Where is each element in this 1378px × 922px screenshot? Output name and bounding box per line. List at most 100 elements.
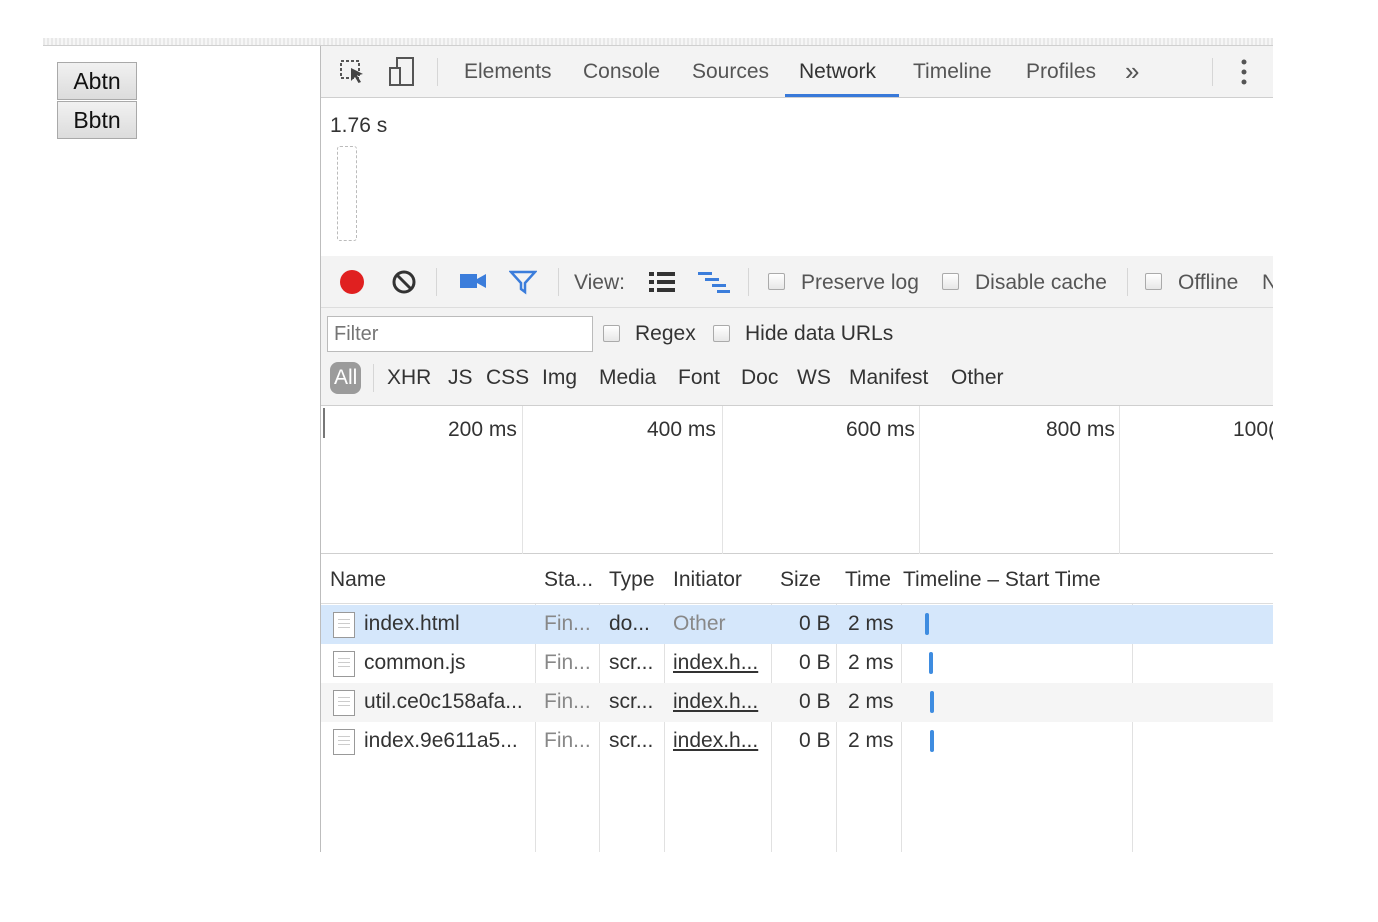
abtn-button[interactable]: Abtn — [57, 62, 137, 100]
column-header-status[interactable]: Sta... — [544, 568, 593, 592]
load-time-label: 1.76 s — [330, 114, 388, 137]
column-header-timeline[interactable]: Timeline – Start Time — [903, 568, 1101, 592]
timeline-tick-label: 600 ms — [846, 418, 915, 441]
timeline-gridline — [919, 406, 920, 554]
waterfall-bar[interactable] — [929, 652, 933, 674]
table-row[interactable]: index.9e611a5... Fin... scr... index.h..… — [321, 722, 1273, 761]
request-type: do... — [609, 612, 650, 635]
type-filter-doc[interactable]: Doc — [741, 366, 778, 390]
waterfall-bar[interactable] — [930, 691, 934, 713]
type-filter-media[interactable]: Media — [599, 366, 656, 390]
timeline-overview[interactable]: 200 ms 400 ms 600 ms 800 ms 100( — [321, 406, 1273, 554]
request-name[interactable]: common.js — [364, 651, 466, 675]
tab-sources[interactable]: Sources — [692, 60, 769, 84]
request-time: 2 ms — [848, 612, 894, 635]
column-header-initiator[interactable]: Initiator — [673, 568, 742, 592]
large-rows-list-icon[interactable] — [648, 271, 676, 298]
more-tabs-icon[interactable]: » — [1125, 56, 1139, 87]
clear-icon[interactable] — [391, 269, 417, 300]
timeline-gridline — [522, 406, 523, 554]
type-filter-css[interactable]: CSS — [486, 366, 529, 390]
tab-timeline[interactable]: Timeline — [913, 60, 992, 84]
script-file-icon — [333, 651, 355, 677]
top-divider — [43, 38, 1273, 46]
timeline-gridline — [1119, 406, 1120, 554]
hide-data-urls-label[interactable]: Hide data URLs — [745, 322, 893, 346]
type-filter-ws[interactable]: WS — [797, 366, 831, 390]
requests-table: Name Sta... Type Initiator Size Time Tim… — [321, 554, 1273, 852]
request-initiator-link[interactable]: index.h... — [673, 690, 758, 714]
tab-console[interactable]: Console — [583, 60, 660, 84]
request-name[interactable]: index.9e611a5... — [364, 729, 518, 753]
toolbar-separator — [436, 268, 437, 296]
document-file-icon — [333, 612, 355, 638]
disable-cache-checkbox[interactable] — [942, 273, 959, 290]
table-header: Name Sta... Type Initiator Size Time Tim… — [321, 554, 1273, 604]
timeline-tick-label: 800 ms — [1046, 418, 1115, 441]
timeline-tick-label: 400 ms — [647, 418, 716, 441]
type-filter-font[interactable]: Font — [678, 366, 720, 390]
preserve-log-label[interactable]: Preserve log — [801, 271, 919, 295]
offline-label[interactable]: Offline — [1178, 271, 1238, 295]
toolbar-separator-3 — [748, 268, 749, 296]
type-filter-js[interactable]: JS — [448, 366, 473, 390]
type-filter-manifest[interactable]: Manifest — [849, 366, 928, 390]
offline-checkbox[interactable] — [1145, 273, 1162, 290]
request-type: scr... — [609, 690, 654, 713]
waterfall-bar[interactable] — [930, 730, 934, 752]
table-row[interactable]: index.html Fin... do... Other 0 B 2 ms — [321, 605, 1273, 644]
request-type: scr... — [609, 729, 654, 752]
column-header-type[interactable]: Type — [609, 568, 655, 592]
request-initiator-link[interactable]: index.h... — [673, 729, 758, 753]
column-header-name[interactable]: Name — [330, 568, 386, 592]
tab-network[interactable]: Network — [799, 60, 876, 84]
preserve-log-checkbox[interactable] — [768, 273, 785, 290]
tabbar-separator-right — [1212, 58, 1213, 86]
request-size: 0 B — [799, 690, 831, 713]
filter-input[interactable] — [327, 316, 593, 352]
record-icon[interactable] — [339, 269, 365, 300]
request-status: Fin... — [544, 651, 591, 674]
waterfall-view-icon[interactable] — [697, 271, 731, 298]
request-name[interactable]: util.ce0c158afa... — [364, 690, 523, 714]
capture-screenshots-icon[interactable] — [459, 271, 487, 296]
request-status: Fin... — [544, 612, 591, 635]
device-toolbar-icon[interactable] — [387, 56, 417, 93]
regex-label[interactable]: Regex — [635, 322, 696, 346]
throttling-truncated-label[interactable]: N — [1262, 271, 1273, 295]
column-header-size[interactable]: Size — [780, 568, 821, 592]
request-size: 0 B — [799, 729, 831, 752]
screenshot-thumbnail[interactable] — [337, 146, 357, 241]
devtools-panel: Elements Console Sources Network Timelin… — [320, 46, 1273, 852]
type-filter-img[interactable]: Img — [542, 366, 577, 390]
table-row[interactable]: common.js Fin... scr... index.h... 0 B 2… — [321, 644, 1273, 683]
toolbar-separator-4 — [1127, 268, 1128, 296]
waterfall-bar[interactable] — [925, 613, 929, 635]
bbtn-button[interactable]: Bbtn — [57, 101, 137, 139]
type-filter-xhr[interactable]: XHR — [387, 366, 431, 390]
request-time: 2 ms — [848, 690, 894, 713]
inspect-element-icon[interactable] — [339, 58, 367, 91]
type-filter-all[interactable]: All — [330, 362, 362, 394]
column-header-time[interactable]: Time — [845, 568, 891, 592]
timeline-tick-label: 100( — [1233, 418, 1273, 441]
tab-profiles[interactable]: Profiles — [1026, 60, 1096, 84]
toolbar-separator-2 — [558, 268, 559, 296]
timeline-start-marker — [323, 408, 325, 438]
filter-icon[interactable] — [508, 269, 538, 300]
request-name[interactable]: index.html — [364, 612, 460, 636]
request-size: 0 B — [799, 612, 831, 635]
disable-cache-label[interactable]: Disable cache — [975, 271, 1107, 295]
regex-checkbox[interactable] — [603, 325, 620, 342]
type-filter-other[interactable]: Other — [951, 366, 1004, 390]
table-row[interactable]: util.ce0c158afa... Fin... scr... index.h… — [321, 683, 1273, 722]
active-tab-indicator — [785, 94, 899, 97]
hide-data-urls-checkbox[interactable] — [713, 325, 730, 342]
kebab-menu-icon[interactable] — [1240, 58, 1248, 91]
request-status: Fin... — [544, 729, 591, 752]
tab-elements[interactable]: Elements — [464, 60, 552, 84]
tabbar-separator — [437, 58, 438, 86]
script-file-icon — [333, 690, 355, 716]
request-initiator-link[interactable]: index.h... — [673, 651, 758, 675]
devtools-tabbar: Elements Console Sources Network Timelin… — [321, 46, 1273, 98]
